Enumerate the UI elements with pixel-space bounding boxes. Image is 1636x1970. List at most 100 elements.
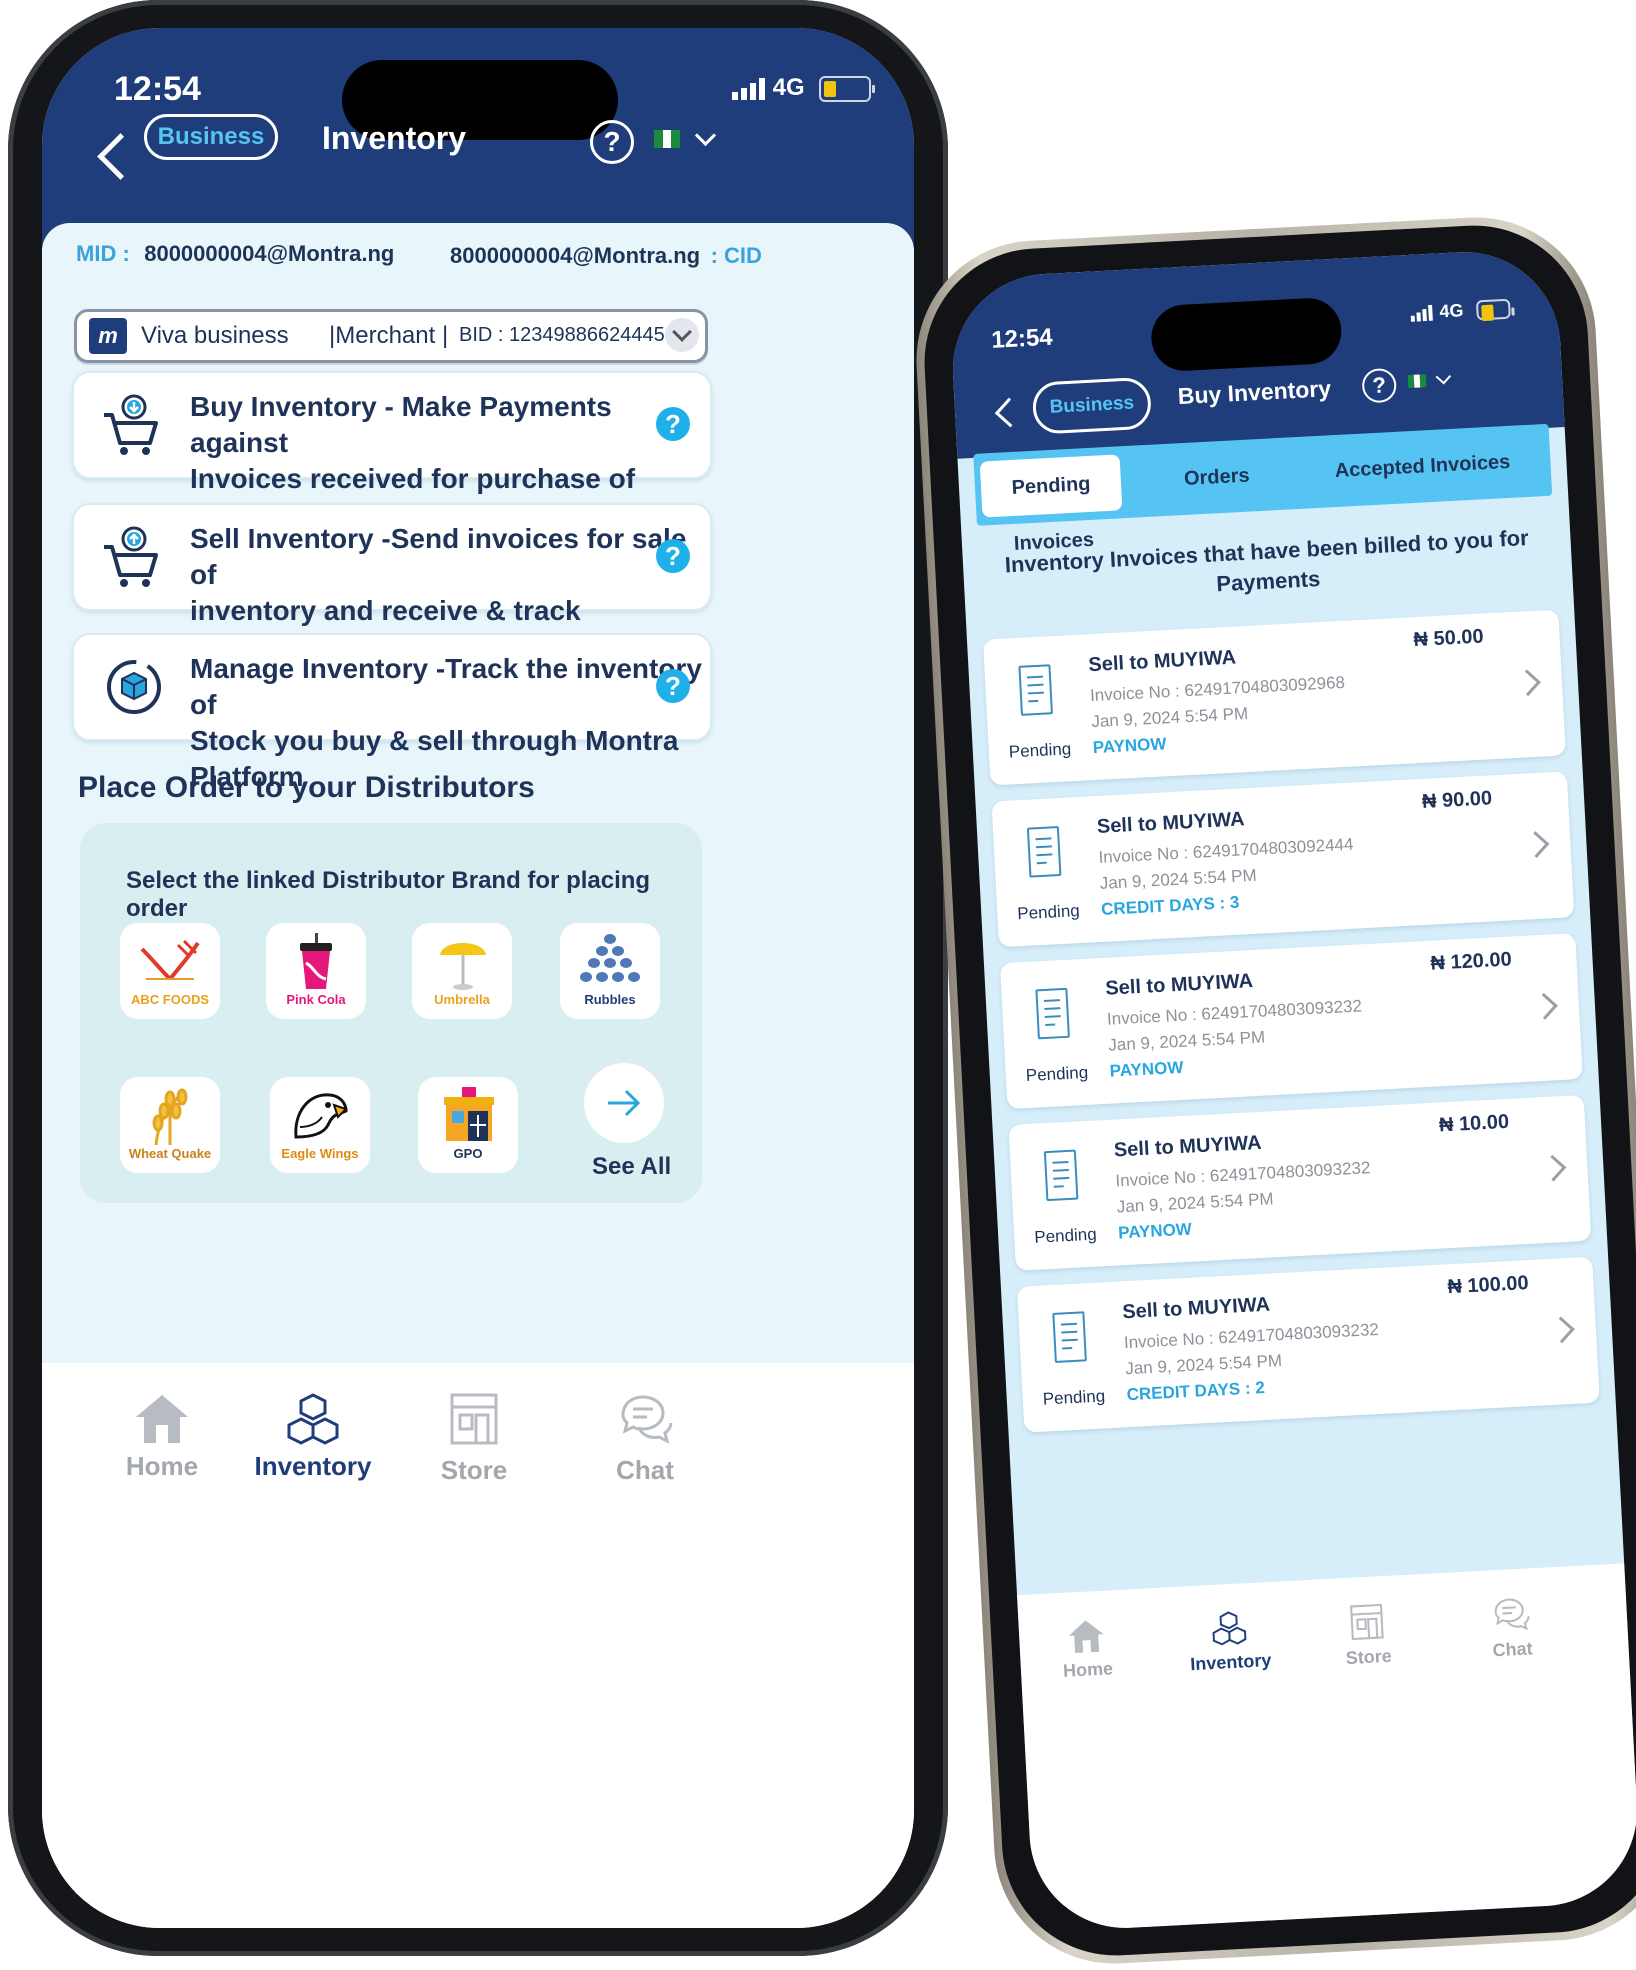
invoice-payment-tag[interactable]: CREDIT DAYS : 2: [1126, 1378, 1265, 1405]
chevron-right-icon[interactable]: [1522, 831, 1550, 858]
store-icon: [450, 1393, 498, 1445]
chevron-right-icon[interactable]: [1547, 1316, 1575, 1344]
nigeria-flag-icon[interactable]: [1407, 374, 1427, 389]
gpo-building-icon: [444, 1087, 494, 1141]
phone-frame-right: 12:54 4G Business Buy Inventory ? Pendin…: [910, 211, 1636, 1970]
sell-inventory-line1: Sell Inventory -Send invoices for sale o…: [190, 523, 687, 590]
invoice-title: Sell to MUYIWA: [1113, 1131, 1263, 1162]
invoice-title: Sell to MUYIWA: [1096, 808, 1246, 838]
tab-orders[interactable]: Orders: [1145, 438, 1289, 517]
buy-inventory-card[interactable]: Buy Inventory - Make Payments against In…: [72, 371, 712, 530]
distributors-title: Place Order to your Distributors: [78, 771, 535, 804]
tab-pending-invoices[interactable]: Pending Invoices: [979, 454, 1123, 555]
signal-icon: [1410, 304, 1433, 323]
invoice-payment-tag[interactable]: PAYNOW: [1118, 1220, 1193, 1244]
sell-inventory-card[interactable]: Sell Inventory -Send invoices for sale o…: [72, 503, 712, 662]
tab-inventory-label: Inventory: [1189, 1650, 1272, 1675]
invoice-card[interactable]: Pending Sell to MUYIWA ₦ 120.00 Invoice No …: [999, 933, 1583, 1110]
invoice-number: Invoice No : 624917048030932​32: [1123, 1319, 1380, 1353]
status-time: 12:54: [114, 70, 201, 108]
receipt-icon: [1043, 1149, 1079, 1202]
business-selector[interactable]: m Viva business |Merchant | BID : 123498…: [74, 309, 708, 363]
tab-home-label: Home: [125, 1451, 199, 1481]
invoice-status: Pending: [1016, 901, 1081, 924]
page-title: Inventory: [321, 120, 467, 156]
tab-home[interactable]: Home: [1040, 1615, 1133, 1683]
rubbles-icon: [580, 934, 640, 982]
tab-store-label: Store: [440, 1455, 508, 1485]
invoice-title: Sell to MUYIWA: [1121, 1293, 1271, 1324]
tab-accepted-invoices[interactable]: Accepted Invoices: [1293, 424, 1552, 509]
brand-label: GPO: [453, 1146, 483, 1161]
invoice-card[interactable]: Pending Sell to MUYIWA ₦ 100.00 Invoice No …: [1016, 1256, 1600, 1433]
sell-help-icon[interactable]: ?: [656, 539, 690, 573]
pink-cola-cup-icon: [300, 933, 332, 989]
mid-value: 8000000004@Montra.ng: [144, 241, 395, 266]
brand-wheat-quake[interactable]: Wheat Quake: [120, 1077, 220, 1173]
brand-pink-cola[interactable]: Pink Cola: [266, 923, 366, 1019]
bottom-tab-bar: Home Inventory Store Chat: [1017, 1563, 1636, 1933]
buy-help-icon[interactable]: ?: [656, 407, 690, 441]
tab-chat[interactable]: Chat: [1470, 1593, 1553, 1662]
tab-chat-label: Chat: [1492, 1638, 1534, 1661]
tab-inventory[interactable]: Inventory: [1178, 1608, 1281, 1676]
arrow-right-icon: [608, 1089, 641, 1117]
see-all-label[interactable]: See All: [592, 1153, 671, 1181]
brand-label: Rubbles: [584, 992, 636, 1007]
tab-inventory[interactable]: Inventory: [238, 1393, 388, 1482]
box-icon: [107, 660, 161, 714]
distributor-panel: Select the linked Distributor Brand for …: [80, 823, 702, 1203]
invoice-number: Invoice No : 624917048030932​32: [1106, 996, 1363, 1029]
brand-gpo[interactable]: GPO: [418, 1077, 518, 1173]
chat-icon: [1494, 1598, 1530, 1631]
home-icon: [1068, 1620, 1104, 1653]
chevron-right-icon[interactable]: [1531, 992, 1558, 1020]
invoice-payment-tag[interactable]: PAYNOW: [1092, 734, 1167, 758]
invoice-number: Invoice No : 624917048030929​68: [1089, 672, 1346, 706]
network-label: 4G: [1438, 300, 1464, 322]
invoice-payment-tag[interactable]: PAYNOW: [1109, 1058, 1184, 1082]
brand-rubbles[interactable]: Rubbles: [560, 923, 660, 1019]
eagle-icon: [294, 1093, 348, 1139]
chevron-right-icon[interactable]: [1514, 669, 1541, 697]
invoice-amount: ₦ 50.00: [1413, 625, 1485, 652]
business-dropdown-icon[interactable]: [665, 318, 699, 352]
invoice-payment-tag[interactable]: CREDIT DAYS : 3: [1101, 893, 1240, 920]
brand-abc-foods[interactable]: ABC FOODS: [120, 923, 220, 1019]
distributor-subtitle: Select the linked Distributor Brand for …: [126, 867, 651, 922]
brand-label: Umbrella: [434, 992, 490, 1007]
status-indicators: 4G: [732, 74, 876, 102]
invoice-card[interactable]: Pending Sell to MUYIWA ₦ 10.00 Invoice No :…: [1008, 1094, 1592, 1271]
invoice-amount: ₦ 90.00: [1421, 787, 1493, 813]
brand-label: Eagle Wings: [281, 1146, 359, 1161]
tab-store[interactable]: Store: [414, 1391, 534, 1486]
invoice-card[interactable]: Pending Sell to MUYIWA ₦ 50.00 Invoice No :…: [982, 609, 1566, 786]
signal-icon: [732, 77, 765, 100]
tab-chat[interactable]: Chat: [590, 1391, 700, 1486]
nigeria-flag-icon[interactable]: [654, 130, 681, 148]
buy-inventory-line1: Buy Inventory - Make Payments against: [190, 391, 612, 458]
tab-home[interactable]: Home: [92, 1391, 232, 1482]
invoice-amount: ₦ 120.00: [1429, 948, 1513, 975]
business-toggle-button[interactable]: Business: [144, 114, 278, 160]
see-all-button[interactable]: [584, 1063, 664, 1143]
invoice-number: Invoice No : 624917048030932​32: [1114, 1158, 1371, 1191]
cid-row: 8000000004@Montra.ng : CID: [450, 243, 762, 269]
invoice-status: Pending: [1033, 1224, 1098, 1247]
manage-inventory-card[interactable]: Manage Inventory -Track the inventory of…: [72, 633, 712, 792]
invoice-card[interactable]: Pending Sell to MUYIWA ₦ 90.00 Invoice No :…: [991, 771, 1575, 948]
manage-help-icon[interactable]: ?: [656, 669, 690, 703]
brand-umbrella[interactable]: Umbrella: [412, 923, 512, 1019]
business-toggle-button[interactable]: Business: [1031, 376, 1153, 435]
brand-eagle-wings[interactable]: Eagle Wings: [270, 1077, 370, 1173]
network-label: 4G: [772, 74, 805, 101]
invoice-status: Pending: [1042, 1386, 1106, 1409]
chevron-right-icon[interactable]: [1539, 1154, 1567, 1182]
home-icon: [136, 1395, 188, 1443]
help-icon[interactable]: ?: [590, 120, 634, 164]
invoice-date: Jan 9, 2024 5:54 PM: [1099, 865, 1258, 893]
tab-home-label: Home: [1062, 1658, 1114, 1681]
brand-label: Pink Cola: [286, 992, 346, 1007]
receipt-icon: [1026, 825, 1062, 878]
tab-store[interactable]: Store: [1326, 1601, 1409, 1670]
